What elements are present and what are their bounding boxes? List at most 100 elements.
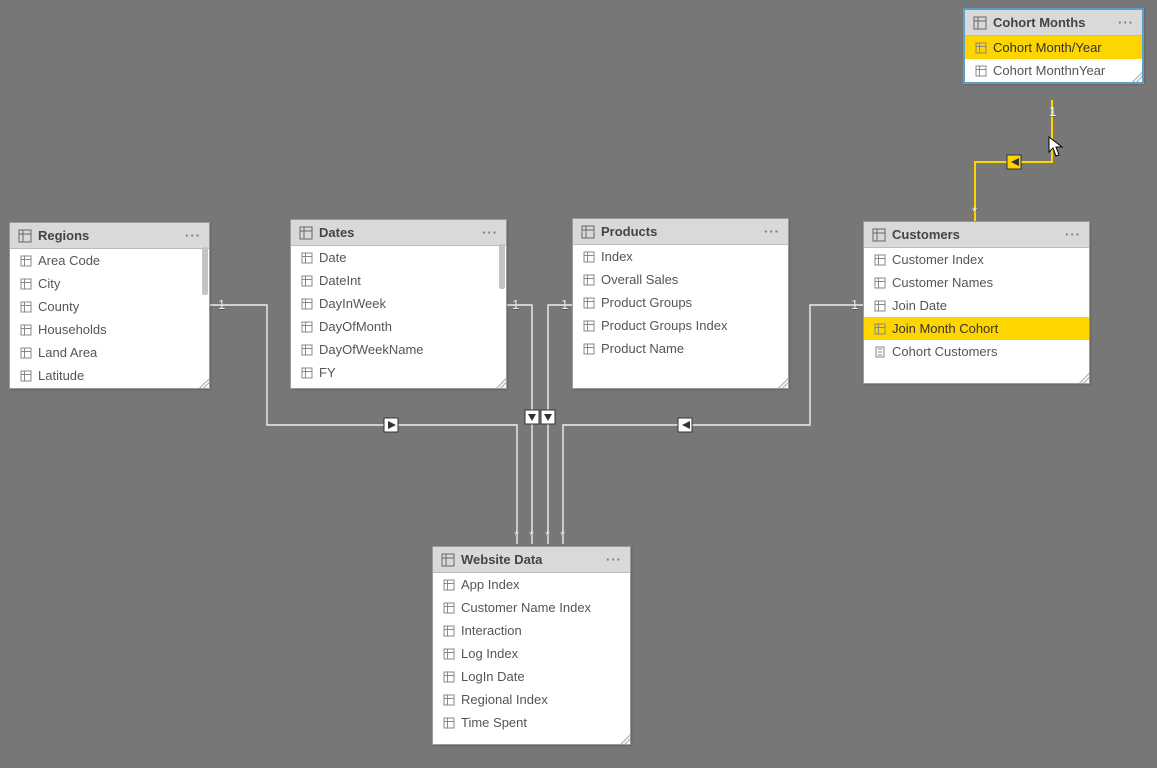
column-icon bbox=[301, 367, 313, 379]
field-row[interactable]: Log Index bbox=[433, 642, 630, 665]
field-row[interactable]: Cohort Month/Year bbox=[965, 36, 1142, 59]
resize-handle[interactable] bbox=[620, 734, 630, 744]
resize-handle[interactable] bbox=[1132, 72, 1142, 82]
table-header[interactable]: Customers ··· bbox=[864, 222, 1089, 248]
field-row[interactable]: App Index bbox=[433, 573, 630, 596]
field-row[interactable]: Time Spent bbox=[433, 711, 630, 734]
table-icon bbox=[581, 225, 595, 239]
field-label: Product Groups Index bbox=[601, 318, 727, 333]
column-icon bbox=[301, 252, 313, 264]
field-list: App Index Customer Name Index Interactio… bbox=[433, 573, 630, 734]
resize-handle[interactable] bbox=[778, 378, 788, 388]
field-row[interactable]: Cohort Customers bbox=[864, 340, 1089, 363]
field-row[interactable]: Cohort MonthnYear bbox=[965, 59, 1142, 82]
table-header[interactable]: Products ··· bbox=[573, 219, 788, 245]
field-row[interactable]: DateInt bbox=[291, 269, 506, 292]
table-cohort-months[interactable]: Cohort Months ··· Cohort Month/Year Coho… bbox=[963, 8, 1144, 84]
column-icon bbox=[874, 300, 886, 312]
resize-handle[interactable] bbox=[199, 378, 209, 388]
card-one: 1 bbox=[218, 297, 225, 312]
mouse-cursor-icon bbox=[1048, 136, 1064, 158]
field-label: DayInWeek bbox=[319, 296, 386, 311]
field-label: App Index bbox=[461, 577, 520, 592]
field-row[interactable]: DayOfWeekName bbox=[291, 338, 506, 361]
field-label: Join Date bbox=[892, 298, 947, 313]
field-row[interactable]: Product Groups Index bbox=[573, 314, 788, 337]
field-row[interactable]: Date bbox=[291, 246, 506, 269]
field-label: Cohort Customers bbox=[892, 344, 997, 359]
field-row[interactable]: Product Name bbox=[573, 337, 788, 360]
field-row[interactable]: Regional Index bbox=[433, 688, 630, 711]
table-website-data[interactable]: Website Data ··· App Index Customer Name… bbox=[432, 546, 631, 745]
column-icon bbox=[20, 324, 32, 336]
table-products[interactable]: Products ··· Index Overall Sales Product… bbox=[572, 218, 789, 389]
field-label: Households bbox=[38, 322, 107, 337]
field-row[interactable]: DayInWeek bbox=[291, 292, 506, 315]
field-row[interactable]: County bbox=[10, 295, 209, 318]
field-row[interactable]: Latitude bbox=[10, 364, 209, 387]
resize-handle[interactable] bbox=[496, 378, 506, 388]
field-list: Index Overall Sales Product Groups Produ… bbox=[573, 245, 788, 360]
table-regions[interactable]: Regions ··· Area Code City County Househ… bbox=[9, 222, 210, 389]
field-row[interactable]: DayOfMonth bbox=[291, 315, 506, 338]
column-icon bbox=[301, 321, 313, 333]
table-header[interactable]: Cohort Months ··· bbox=[965, 10, 1142, 36]
table-menu-button[interactable]: ··· bbox=[185, 228, 201, 243]
field-row[interactable]: Area Code bbox=[10, 249, 209, 272]
table-icon bbox=[18, 229, 32, 243]
field-row[interactable]: Join Date bbox=[864, 294, 1089, 317]
field-list: Customer Index Customer Names Join Date … bbox=[864, 248, 1089, 363]
table-title: Regions bbox=[38, 228, 89, 243]
field-label: DateInt bbox=[319, 273, 361, 288]
column-icon bbox=[301, 344, 313, 356]
table-title: Website Data bbox=[461, 552, 542, 567]
field-row[interactable]: Households bbox=[10, 318, 209, 341]
field-label: Latitude bbox=[38, 368, 84, 383]
card-many: * bbox=[545, 528, 550, 543]
scrollbar-thumb[interactable] bbox=[202, 247, 208, 295]
table-header[interactable]: Regions ··· bbox=[10, 223, 209, 249]
table-menu-button[interactable]: ··· bbox=[1118, 15, 1134, 30]
column-icon bbox=[874, 277, 886, 289]
field-label: City bbox=[38, 276, 60, 291]
field-label: Area Code bbox=[38, 253, 100, 268]
table-header[interactable]: Dates ··· bbox=[291, 220, 506, 246]
column-icon bbox=[443, 602, 455, 614]
column-icon bbox=[443, 625, 455, 637]
column-icon bbox=[443, 579, 455, 591]
column-icon bbox=[20, 301, 32, 313]
table-menu-button[interactable]: ··· bbox=[764, 224, 780, 239]
scrollbar-thumb[interactable] bbox=[499, 244, 505, 289]
field-list: Cohort Month/Year Cohort MonthnYear bbox=[965, 36, 1142, 82]
field-row[interactable]: Customer Index bbox=[864, 248, 1089, 271]
field-label: Customer Name Index bbox=[461, 600, 591, 615]
field-label: Date bbox=[319, 250, 346, 265]
field-row[interactable]: Index bbox=[573, 245, 788, 268]
field-label: Interaction bbox=[461, 623, 522, 638]
table-icon bbox=[872, 228, 886, 242]
field-row[interactable]: LogIn Date bbox=[433, 665, 630, 688]
field-row[interactable]: FY bbox=[291, 361, 506, 384]
table-menu-button[interactable]: ··· bbox=[482, 225, 498, 240]
column-icon bbox=[443, 694, 455, 706]
field-row[interactable]: Interaction bbox=[433, 619, 630, 642]
column-icon bbox=[975, 65, 987, 77]
column-icon bbox=[20, 278, 32, 290]
table-customers[interactable]: Customers ··· Customer Index Customer Na… bbox=[863, 221, 1090, 384]
field-row[interactable]: Product Groups bbox=[573, 291, 788, 314]
field-row[interactable]: Join Month Cohort bbox=[864, 317, 1089, 340]
field-row[interactable]: Overall Sales bbox=[573, 268, 788, 291]
card-many: * bbox=[514, 528, 519, 543]
table-header[interactable]: Website Data ··· bbox=[433, 547, 630, 573]
table-dates[interactable]: Dates ··· Date DateInt DayInWeek DayOfMo… bbox=[290, 219, 507, 389]
field-label: Product Name bbox=[601, 341, 684, 356]
field-row[interactable]: Customer Name Index bbox=[433, 596, 630, 619]
table-menu-button[interactable]: ··· bbox=[1065, 227, 1081, 242]
resize-handle[interactable] bbox=[1079, 373, 1089, 383]
field-row[interactable]: Customer Names bbox=[864, 271, 1089, 294]
measure-icon bbox=[874, 346, 886, 358]
field-row[interactable]: Land Area bbox=[10, 341, 209, 364]
table-menu-button[interactable]: ··· bbox=[606, 552, 622, 567]
field-row[interactable]: City bbox=[10, 272, 209, 295]
column-icon bbox=[443, 671, 455, 683]
